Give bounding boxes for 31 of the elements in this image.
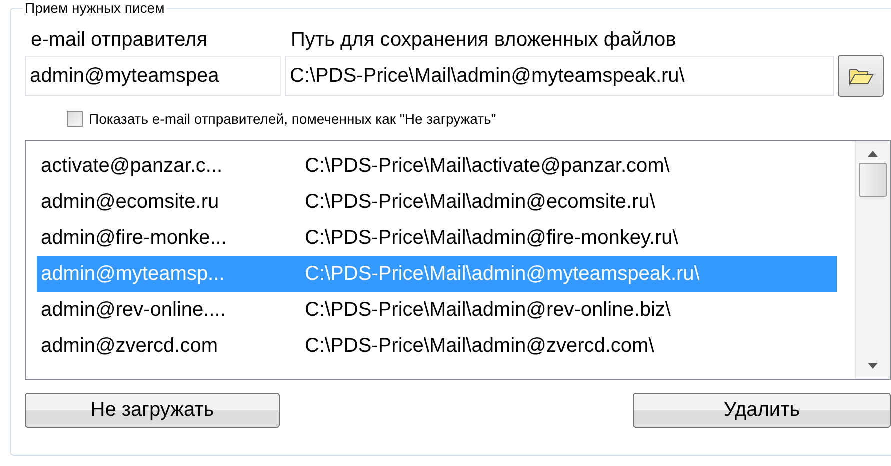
list-row[interactable]: activate@panzar.c... C:\PDS-Price\Mail\activate@panzar.com\: [37, 148, 837, 184]
email-cell-text: admin@rev-online....: [40, 298, 227, 322]
scrollbar[interactable]: [855, 141, 890, 379]
path-cell: C:\PDS-Price\Mail\admin@rev-online.biz\: [305, 298, 671, 322]
column-header: Путь для сохранения вложенных файлов: [291, 29, 676, 52]
scroll-thumb[interactable]: [859, 163, 887, 197]
column-header: e-mail отправителя: [30, 29, 209, 52]
scroll-down-icon: [868, 363, 878, 369]
email-cell-text: activate@panzar.c...: [40, 154, 224, 178]
browse-folder-button[interactable]: [838, 55, 884, 97]
path-cell: C:\PDS-Price\Mail\admin@zvercd.com\: [305, 334, 654, 358]
email-cell-text: admin@myteamsp...: [40, 262, 226, 286]
email-cell-text: admin@ecomsite.ru: [40, 190, 220, 214]
group-title: Прием нужных писем: [23, 0, 167, 16]
path-field[interactable]: C:\PDS-Price\Mail\admin@myteamspeak.ru\: [285, 56, 834, 96]
path-cell: C:\PDS-Price\Mail\admin@fire-monkey.ru\: [305, 226, 678, 250]
list-row[interactable]: admin@zvercd.com C:\PDS-Price\Mail\admin@zvercd.com\: [37, 328, 837, 364]
skip-button[interactable]: Не загружать: [25, 393, 280, 428]
email-cell-text: admin@zvercd.com: [40, 334, 220, 358]
checkbox-label: Показать e-mail отправителей, помеченных как "Не загружать": [89, 111, 496, 127]
delete-button[interactable]: Удалить: [633, 393, 891, 428]
list-row[interactable]: admin@rev-online.... C:\PDS-Price\Mail\admin@rev-online.biz\: [37, 292, 837, 328]
path-cell: C:\PDS-Price\Mail\activate@panzar.com\: [305, 154, 670, 178]
email-field[interactable]: admin@myteamspea: [25, 56, 281, 96]
scroll-up-icon: [868, 151, 878, 157]
list-row[interactable]: admin@ecomsite.ru C:\PDS-Price\Mail\admin@ecomsite.ru\: [37, 184, 837, 220]
path-cell: C:\PDS-Price\Mail\admin@myteamspeak.ru\: [305, 262, 700, 286]
show-hidden-checkbox[interactable]: [67, 111, 83, 127]
path-cell: C:\PDS-Price\Mail\admin@ecomsite.ru\: [305, 190, 656, 214]
list-row[interactable]: admin@fire-monke... C:\PDS-Price\Mail\admin@fire-monkey.ru\: [37, 220, 837, 256]
email-cell-text: admin@fire-monke...: [40, 226, 228, 250]
